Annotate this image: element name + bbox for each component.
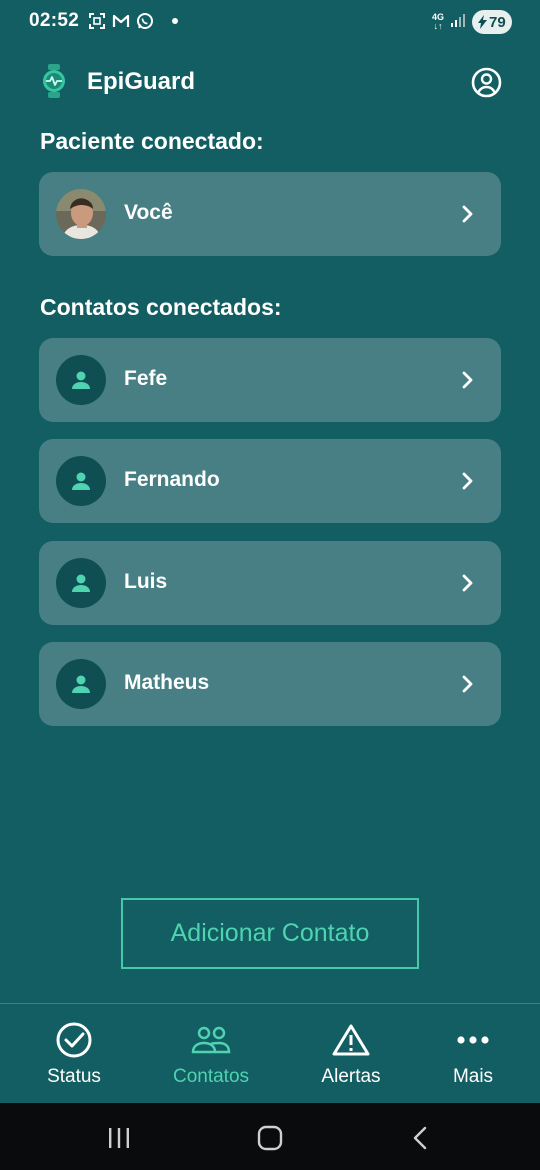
nav-label: Status xyxy=(47,1066,101,1087)
network-type: 4G ↓↑ xyxy=(431,12,444,31)
contact-card[interactable]: Luis xyxy=(39,541,501,625)
nav-label: Contatos xyxy=(172,1066,250,1087)
user-photo xyxy=(56,189,106,239)
avatar xyxy=(56,189,106,239)
chevron-right-icon xyxy=(462,472,473,490)
nav-item-mais[interactable]: Mais xyxy=(413,1004,533,1104)
back-icon[interactable] xyxy=(406,1125,436,1151)
people-icon xyxy=(191,1021,231,1059)
person-icon xyxy=(72,574,90,592)
chevron-right-icon xyxy=(462,574,473,592)
contact-card[interactable]: Matheus xyxy=(39,642,501,726)
chevron-right-icon xyxy=(462,205,473,223)
app-screen: 02:52 4G ↓↑ 79 EpiGuard Paciente conecta… xyxy=(0,0,540,1170)
app-title: EpiGuard xyxy=(87,68,196,95)
contacts-section-title: Contatos conectados: xyxy=(40,294,282,320)
person-icon xyxy=(72,675,90,693)
add-contact-button[interactable]: Adicionar Contato xyxy=(121,898,419,969)
status-notification-icons xyxy=(88,12,178,30)
status-bar: 02:52 4G ↓↑ 79 xyxy=(0,0,540,44)
nav-label: Alertas xyxy=(321,1066,381,1087)
avatar xyxy=(56,355,106,405)
nav-item-alertas[interactable]: Alertas xyxy=(291,1004,411,1104)
bottom-nav: Status Contatos Alertas Mais xyxy=(0,1003,540,1103)
contact-name: Fernando xyxy=(124,468,220,491)
warning-triangle-icon xyxy=(331,1021,371,1059)
signal-icon xyxy=(450,12,466,33)
contact-name: Fefe xyxy=(124,367,168,390)
patient-card[interactable]: Você xyxy=(39,172,501,256)
app-bar: EpiGuard xyxy=(0,58,540,106)
screenshot-icon xyxy=(88,12,106,30)
contact-card[interactable]: Fernando xyxy=(39,439,501,523)
battery-indicator: 79 xyxy=(472,10,512,34)
recent-apps-icon[interactable] xyxy=(104,1125,134,1151)
person-icon xyxy=(72,472,90,490)
nav-label: Mais xyxy=(452,1066,494,1087)
patient-name: Você xyxy=(124,201,173,224)
smartwatch-heartbeat-icon xyxy=(43,64,65,98)
avatar xyxy=(56,659,106,709)
chevron-right-icon xyxy=(462,675,473,693)
battery-level: 79 xyxy=(489,13,506,31)
whatsapp-icon xyxy=(136,12,154,30)
avatar xyxy=(56,558,106,608)
chevron-right-icon xyxy=(462,371,473,389)
nav-item-contatos[interactable]: Contatos xyxy=(151,1004,271,1104)
more-dots-icon xyxy=(453,1021,493,1059)
contact-name: Matheus xyxy=(124,671,210,694)
status-system-icons: 4G ↓↑ 79 xyxy=(432,10,512,34)
charging-bolt-icon xyxy=(478,15,487,29)
gmail-icon xyxy=(112,12,130,30)
status-time: 02:52 xyxy=(29,10,80,31)
contact-name: Luis xyxy=(124,570,168,593)
nav-item-status[interactable]: Status xyxy=(14,1004,134,1104)
check-circle-icon xyxy=(54,1021,94,1059)
account-circle-icon[interactable] xyxy=(471,67,502,98)
notification-dot xyxy=(172,18,178,24)
person-icon xyxy=(72,371,90,389)
home-icon[interactable] xyxy=(255,1125,285,1151)
patient-section-title: Paciente conectado: xyxy=(40,128,264,154)
contact-card[interactable]: Fefe xyxy=(39,338,501,422)
avatar xyxy=(56,456,106,506)
system-navigation-bar xyxy=(0,1103,540,1170)
